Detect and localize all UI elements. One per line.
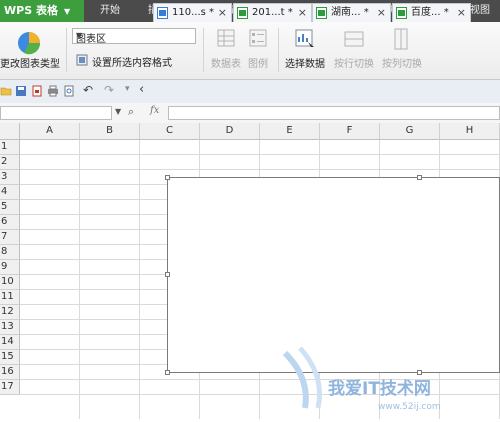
row-header[interactable]: 5 [0, 200, 20, 215]
resize-handle-top-middle[interactable] [417, 175, 422, 180]
document-tab[interactable]: 201...t * × [233, 3, 312, 22]
select-data-icon [294, 28, 316, 50]
column-header[interactable]: F [320, 123, 380, 140]
switch-by-row-button[interactable]: 按行切换 [334, 55, 374, 70]
print-icon[interactable] [47, 85, 59, 97]
document-tab-bar [0, 80, 500, 104]
resize-handle-middle-left[interactable] [165, 272, 170, 277]
switch-by-column-button[interactable]: 按列切换 [382, 55, 422, 70]
row-header[interactable]: 9 [0, 260, 20, 275]
column-header[interactable]: B [80, 123, 140, 140]
row-header[interactable]: 1 [0, 140, 20, 155]
site-watermark-logo: 我爱IT技术网 www.52ij.com [280, 338, 500, 419]
row-header[interactable]: 4 [0, 185, 20, 200]
insert-function-button[interactable]: fx [150, 105, 159, 116]
data-table-icon [216, 28, 236, 48]
row-header[interactable]: 17 [0, 380, 20, 395]
chevron-down-icon: ▼ [63, 7, 71, 16]
column-header[interactable]: D [200, 123, 260, 140]
row-header[interactable]: 3 [0, 170, 20, 185]
document-tab-label: 110...s * [172, 7, 215, 18]
select-data-button[interactable]: 选择数据 [285, 55, 325, 70]
undo-icon[interactable]: ↶ [83, 83, 93, 97]
resize-handle-top-left[interactable] [165, 175, 170, 180]
ribbon-divider [203, 28, 204, 72]
watermark-url: www.52ij.com [378, 402, 441, 412]
legend-button[interactable]: 图例 [248, 55, 268, 70]
watermark-title: 我爱IT技术网 [328, 379, 431, 399]
wps-app-menu-button[interactable]: WPS 表格 ▼ [0, 0, 84, 22]
format-selection-button[interactable]: 设置所选内容格式 [92, 54, 172, 69]
document-tab[interactable]: 110...s * × [153, 3, 232, 22]
wps-sheet-icon [396, 7, 407, 19]
row-header[interactable]: 6 [0, 215, 20, 230]
save-icon[interactable] [15, 85, 27, 97]
row-header[interactable]: 2 [0, 155, 20, 170]
name-box[interactable] [0, 106, 112, 120]
row-header[interactable]: 10 [0, 275, 20, 290]
row-header[interactable]: 8 [0, 245, 20, 260]
column-header[interactable]: H [440, 123, 500, 140]
zoom-search-icon[interactable]: ⌕ [128, 105, 134, 119]
chevron-down-icon[interactable]: ▾ [125, 84, 130, 94]
ribbon-divider [278, 28, 279, 72]
row-header[interactable]: 16 [0, 365, 20, 380]
wps-sheet-icon [316, 7, 327, 19]
close-icon[interactable]: × [457, 4, 466, 22]
data-table-button[interactable]: 数据表 [211, 55, 241, 70]
open-folder-icon[interactable] [0, 85, 12, 97]
chart-tools-ribbon: 更改图表类型 图表区 ▼ 设置所选内容格式 数据表 图例 选择数据 按行切换 按… [0, 22, 500, 80]
column-header[interactable]: C [140, 123, 200, 140]
row-header[interactable]: 14 [0, 335, 20, 350]
column-header[interactable]: E [260, 123, 320, 140]
wps-doc-icon [157, 7, 168, 19]
select-all-corner[interactable] [0, 123, 20, 140]
row-header[interactable]: 15 [0, 350, 20, 365]
app-name: WPS 表格 [4, 4, 58, 17]
row-header[interactable]: 7 [0, 230, 20, 245]
formula-input[interactable] [168, 106, 500, 120]
print-preview-icon[interactable] [63, 85, 75, 97]
document-tab[interactable]: 百度... * × [392, 3, 471, 22]
wps-sheet-icon [237, 7, 248, 19]
chart-element-select[interactable]: 图表区 ▼ [72, 28, 196, 45]
close-icon[interactable]: × [218, 4, 227, 22]
menu-tab[interactable]: 开始 [92, 0, 128, 22]
name-box-dropdown-icon[interactable]: ▼ [115, 107, 121, 116]
document-tab-label: 湖南... * [331, 7, 369, 18]
switch-row-icon [344, 30, 364, 48]
document-tab[interactable]: 湖南... * × [312, 3, 391, 22]
redo-icon[interactable]: ↷ [104, 83, 114, 97]
change-chart-type-button[interactable]: 更改图表类型 [0, 55, 60, 70]
column-header[interactable]: G [380, 123, 440, 140]
chevron-down-icon: ▼ [76, 31, 83, 40]
resize-handle-bottom-left[interactable] [165, 370, 170, 375]
pie-chart-icon[interactable] [16, 30, 42, 56]
document-tab-label: 201...t * [252, 7, 293, 18]
row-header[interactable]: 11 [0, 290, 20, 305]
close-icon[interactable]: × [377, 4, 386, 22]
row-header[interactable]: 13 [0, 320, 20, 335]
export-pdf-icon[interactable] [31, 85, 43, 97]
tabs-scroll-left-icon[interactable]: ‹ [139, 82, 144, 97]
close-icon[interactable]: × [298, 4, 307, 22]
document-tab-label: 百度... * [411, 7, 449, 18]
ribbon-divider [66, 28, 67, 72]
switch-col-icon [393, 28, 409, 50]
column-header[interactable]: A [20, 123, 80, 140]
row-header[interactable]: 12 [0, 305, 20, 320]
legend-icon [248, 28, 268, 48]
format-icon [76, 54, 88, 66]
